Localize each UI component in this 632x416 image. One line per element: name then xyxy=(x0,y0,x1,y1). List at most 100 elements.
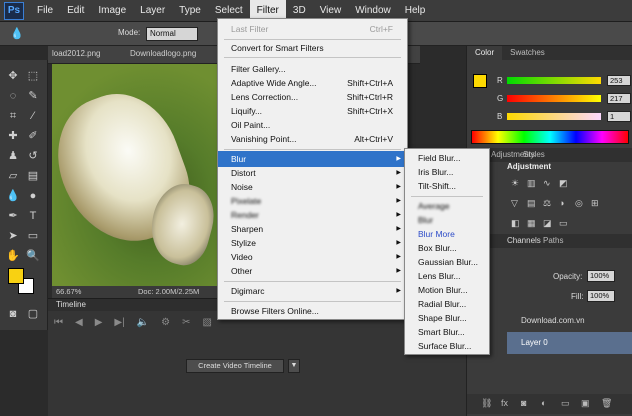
exposure-icon[interactable]: ◩ xyxy=(559,178,569,188)
image-canvas[interactable] xyxy=(52,64,220,286)
submenu-radial-blur[interactable]: Radial Blur... xyxy=(405,297,489,311)
transition-icon[interactable]: ▧ xyxy=(203,317,212,328)
r-value-field[interactable]: 253 xyxy=(607,75,631,86)
doc-tab-downloadlogo[interactable]: Downloadlogo.png xyxy=(130,49,196,58)
threshold-icon[interactable]: ◪ xyxy=(543,218,553,228)
link-layers-icon[interactable]: ⛓ xyxy=(481,398,492,409)
menu-vanishing-point[interactable]: Vanishing Point... Alt+Ctrl+V xyxy=(218,131,407,147)
scissors-icon[interactable]: ✂ xyxy=(182,317,190,328)
quick-select-icon[interactable]: ✎ xyxy=(24,88,42,104)
fx-icon[interactable]: fx xyxy=(501,398,508,408)
adjustment-layer-icon[interactable]: ◐ xyxy=(541,398,546,408)
color-balance-icon[interactable]: ⚖ xyxy=(543,198,553,208)
move-tool-icon[interactable]: ✥ xyxy=(4,68,22,84)
audio-icon[interactable]: 🔈 xyxy=(137,317,149,328)
tab-channels[interactable]: Channels xyxy=(507,236,541,245)
settings-icon[interactable]: ⚙ xyxy=(161,317,170,328)
eraser-tool-icon[interactable]: ▱ xyxy=(4,168,22,184)
blur-tool-icon[interactable]: 💧 xyxy=(4,188,22,204)
prev-frame-icon[interactable]: ◀ xyxy=(75,317,83,328)
foreground-color-swatch[interactable] xyxy=(8,268,24,284)
folder-icon[interactable]: ▭ xyxy=(561,398,570,409)
zoom-tool-icon[interactable]: 🔍 xyxy=(24,248,42,264)
g-value-field[interactable]: 217 xyxy=(607,93,631,104)
dodge-tool-icon[interactable]: ● xyxy=(24,188,42,204)
create-video-timeline-button[interactable]: Create Video Timeline xyxy=(186,359,284,373)
doc-tab-download2012[interactable]: load2012.png xyxy=(52,49,101,58)
mode-select[interactable]: Normal xyxy=(146,27,198,41)
eyedropper-icon[interactable]: ⁄ xyxy=(24,108,42,124)
menu-file[interactable]: File xyxy=(30,0,60,22)
menu-image[interactable]: Image xyxy=(91,0,133,22)
shape-tool-icon[interactable]: ▭ xyxy=(24,228,42,244)
channel-mixer-icon[interactable]: ⊞ xyxy=(591,198,601,208)
invert-icon[interactable]: ◧ xyxy=(511,218,521,228)
pen-tool-icon[interactable]: ✒ xyxy=(4,208,22,224)
bw-icon[interactable]: ◑ xyxy=(559,198,569,208)
brush-tool-icon[interactable]: ✐ xyxy=(24,128,42,144)
submenu-blur-more[interactable]: Blur More xyxy=(405,227,489,241)
submenu-iris-blur[interactable]: Iris Blur... xyxy=(405,165,489,179)
blur-tool-icon[interactable]: 💧 xyxy=(8,26,26,42)
submenu-motion-blur[interactable]: Motion Blur... xyxy=(405,283,489,297)
hand-tool-icon[interactable]: ✋ xyxy=(4,248,22,264)
fill-field[interactable]: 100% xyxy=(587,290,615,302)
color-spectrum[interactable] xyxy=(471,130,629,144)
first-frame-icon[interactable]: ⏮ xyxy=(54,317,63,328)
hue-sat-icon[interactable]: ▤ xyxy=(527,198,537,208)
layer-download-com-vn[interactable]: Download.com.vn xyxy=(507,310,632,332)
render-label: Render xyxy=(231,210,259,220)
curves-icon[interactable]: ∿ xyxy=(543,178,553,188)
timeline-dropdown-icon[interactable]: ▼ xyxy=(288,359,300,373)
history-brush-icon[interactable]: ↺ xyxy=(24,148,42,164)
gradient-tool-icon[interactable]: ▤ xyxy=(24,168,42,184)
stamp-tool-icon[interactable]: ♟ xyxy=(4,148,22,164)
new-layer-icon[interactable]: ▣ xyxy=(581,398,590,409)
menu-other[interactable]: Other ▶ xyxy=(218,263,407,279)
healing-brush-icon[interactable]: ✚ xyxy=(4,128,22,144)
tab-swatches[interactable]: Swatches xyxy=(502,46,553,60)
submenu-lens-blur[interactable]: Lens Blur... xyxy=(405,269,489,283)
g-slider[interactable] xyxy=(507,95,601,102)
gradient-map-icon[interactable]: ▭ xyxy=(559,218,569,228)
quick-mask-icon[interactable]: ◙ xyxy=(4,306,22,322)
trash-icon[interactable]: 🗑 xyxy=(601,398,612,409)
crop-tool-icon[interactable]: ⌗ xyxy=(4,108,22,124)
submenu-average[interactable]: Average xyxy=(405,199,489,213)
path-select-icon[interactable]: ➤ xyxy=(4,228,22,244)
menu-type[interactable]: Type xyxy=(172,0,208,22)
screen-mode-icon[interactable]: ▢ xyxy=(24,306,42,322)
next-frame-icon[interactable]: ▶| xyxy=(114,317,124,328)
menu-digimarc[interactable]: Digimarc ▶ xyxy=(218,283,407,299)
r-slider[interactable] xyxy=(507,77,601,84)
submenu-surface-blur[interactable]: Surface Blur... xyxy=(405,339,489,353)
submenu-box-blur[interactable]: Box Blur... xyxy=(405,241,489,255)
tab-paths[interactable]: Paths xyxy=(543,236,563,245)
tab-color[interactable]: Color xyxy=(467,46,503,60)
submenu-tilt-shift[interactable]: Tilt-Shift... xyxy=(405,179,489,193)
play-icon[interactable]: ▶ xyxy=(95,317,103,328)
menu-edit[interactable]: Edit xyxy=(60,0,91,22)
lasso-tool-icon[interactable]: ◌ xyxy=(4,88,22,104)
levels-icon[interactable]: ▥ xyxy=(527,178,537,188)
posterize-icon[interactable]: ▦ xyxy=(527,218,537,228)
opacity-field[interactable]: 100% xyxy=(587,270,615,282)
type-tool-icon[interactable]: T xyxy=(24,208,42,224)
vibrance-icon[interactable]: ▽ xyxy=(511,198,521,208)
b-value-field[interactable]: 1 xyxy=(607,111,631,122)
photo-filter-icon[interactable]: ◎ xyxy=(575,198,585,208)
menu-layer[interactable]: Layer xyxy=(133,0,172,22)
layer-0[interactable]: Layer 0 xyxy=(507,332,632,354)
submenu-blur[interactable]: Blur xyxy=(405,213,489,227)
submenu-shape-blur[interactable]: Shape Blur... xyxy=(405,311,489,325)
brightness-icon[interactable]: ☀ xyxy=(511,178,521,188)
submenu-gaussian-blur[interactable]: Gaussian Blur... xyxy=(405,255,489,269)
menu-browse-filters-online[interactable]: Browse Filters Online... xyxy=(218,303,407,319)
submenu-smart-blur[interactable]: Smart Blur... xyxy=(405,325,489,339)
tab-styles[interactable]: Styles xyxy=(523,150,545,159)
b-slider[interactable] xyxy=(507,113,601,120)
mask-icon[interactable]: ◙ xyxy=(521,398,526,408)
menu-convert-smart-filters[interactable]: Convert for Smart Filters xyxy=(218,40,407,56)
marquee-tool-icon[interactable]: ⬚ xyxy=(24,68,42,84)
submenu-field-blur[interactable]: Field Blur... xyxy=(405,151,489,165)
